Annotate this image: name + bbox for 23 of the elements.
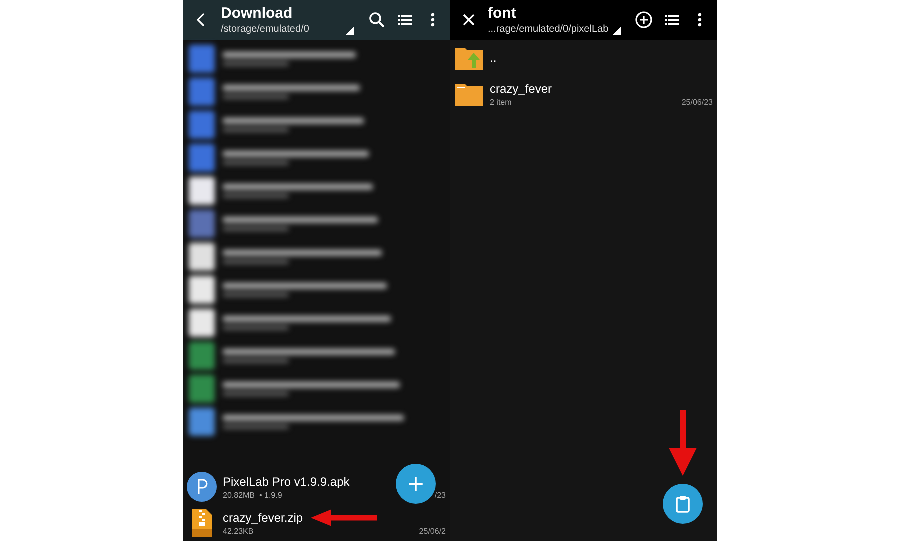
dropdown-corner-icon	[613, 26, 621, 34]
file-details: 20.82MB • 1.9.9	[223, 491, 282, 500]
clipboard-icon	[675, 495, 691, 513]
file-date: 25/06/2	[419, 527, 446, 536]
dropdown-corner-icon	[346, 26, 354, 34]
file-date: /23	[434, 491, 446, 500]
app-icon	[187, 472, 217, 502]
file-details: 2 item	[490, 98, 512, 107]
file-details: 42.23KB	[223, 527, 254, 536]
folder-path[interactable]: ...rage/emulated/0/pixelLab	[488, 22, 625, 36]
folder-title: Download	[221, 4, 294, 22]
add-circle-icon[interactable]	[635, 11, 653, 29]
paste-fab-button[interactable]	[663, 484, 703, 524]
file-name[interactable]: ..	[490, 50, 497, 66]
file-name[interactable]: crazy_fever.zip	[223, 510, 304, 527]
pointer-arrow	[669, 410, 697, 476]
pointer-arrow	[311, 508, 377, 528]
folder-title: font	[488, 4, 518, 22]
search-icon[interactable]	[368, 11, 386, 29]
file-name[interactable]: PixelLab Pro v1.9.9.apk	[223, 474, 350, 491]
folder-path[interactable]: /storage/emulated/0	[221, 22, 358, 36]
file-name[interactable]: crazy_fever	[490, 81, 552, 98]
file-date: 25/06/23	[682, 98, 713, 107]
